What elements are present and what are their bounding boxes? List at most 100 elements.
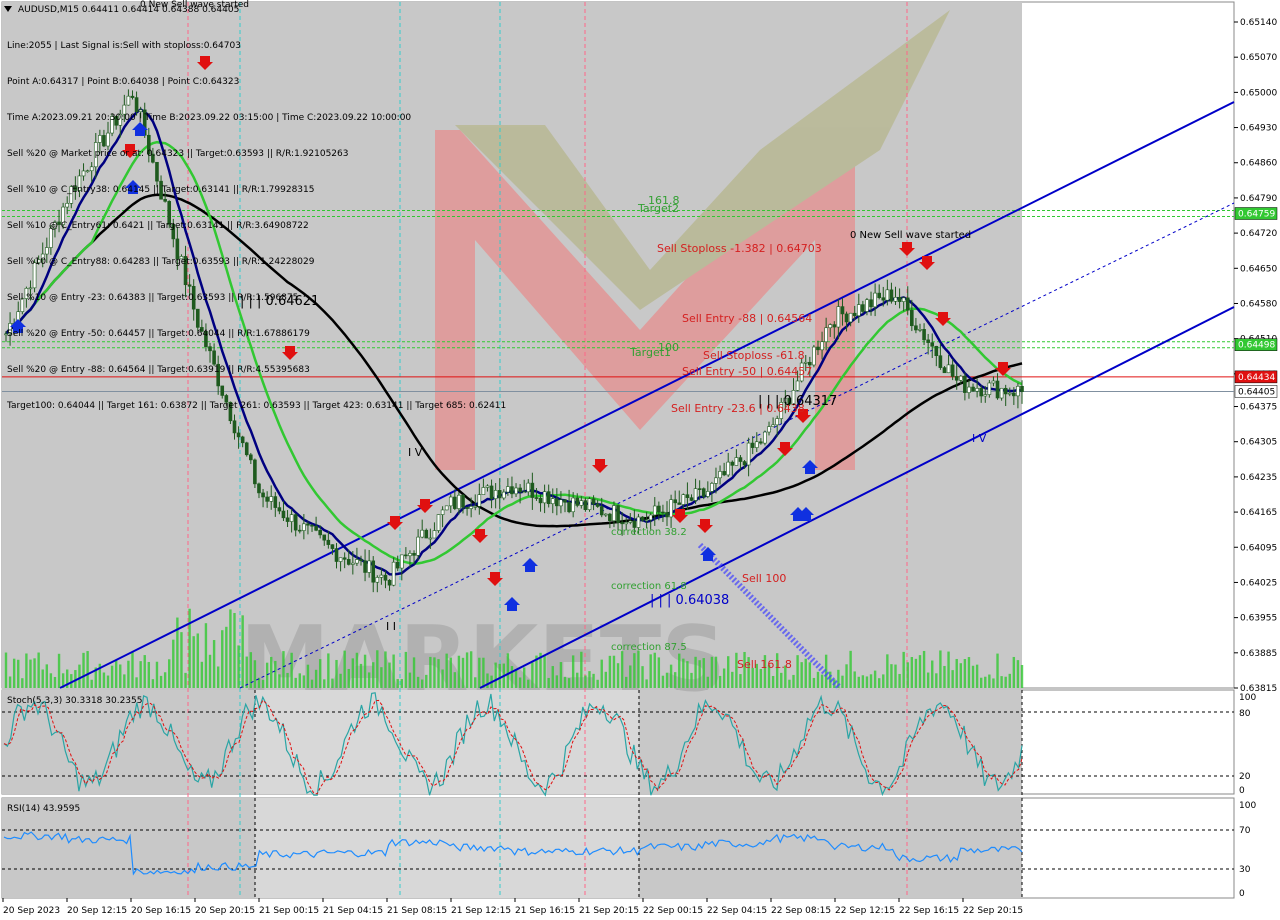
volume-bar [457, 655, 461, 688]
volume-bar [323, 679, 326, 688]
volume-bar [710, 656, 714, 688]
volume-bar [918, 655, 922, 688]
candle-body [742, 461, 747, 466]
candle-body [771, 424, 775, 427]
candle-body [693, 488, 698, 501]
candle-body [999, 387, 1004, 399]
candle-body [285, 517, 290, 522]
candle-body [412, 553, 416, 556]
volume-bar [914, 658, 918, 688]
info-line: Point A:0.64317 | Point B:0.64038 | Poin… [7, 77, 240, 87]
chart-annotation-label: I I [386, 620, 396, 633]
stoch-scale-80: 80 [1239, 709, 1251, 719]
candle-body [954, 376, 959, 381]
candle-body [481, 487, 486, 495]
price-tick-label: 0.63955 [1240, 614, 1277, 624]
wave-top-label: 0 New Sell wave started [140, 0, 249, 10]
volume-bar [90, 679, 93, 688]
candle-body [1020, 385, 1024, 392]
volume-bar [902, 651, 905, 688]
candle-body [852, 312, 857, 317]
volume-bar [678, 653, 681, 688]
candle-body [869, 299, 873, 308]
volume-bar [302, 675, 306, 688]
volume-bar [800, 662, 803, 688]
volume-bar [861, 675, 865, 688]
volume-bar [131, 651, 134, 688]
volume-bar [857, 676, 860, 688]
price-tick-label: 0.63885 [1240, 649, 1277, 659]
candle-body [579, 500, 584, 506]
volume-bar [894, 664, 897, 688]
volume-bar [453, 672, 457, 688]
volume-bar [935, 673, 938, 688]
candle-body [930, 342, 935, 347]
volume-bar [967, 657, 971, 688]
chart-annotation-label: Sell Stoploss -61.8 [703, 349, 805, 362]
volume-bar [543, 655, 546, 688]
volume-bar [8, 676, 12, 688]
candle-body [289, 514, 294, 522]
stoch-scale-20: 20 [1239, 772, 1251, 782]
volume-bar [661, 675, 665, 688]
volume-bar [808, 662, 812, 688]
candle-body [706, 491, 710, 497]
candle-body [665, 512, 669, 518]
volume-bar [49, 673, 53, 688]
volume-bar [886, 654, 889, 688]
candle-body [881, 297, 886, 301]
candle-body [950, 364, 955, 377]
price-tick-label: 0.64930 [1240, 124, 1277, 134]
candle-body [571, 497, 575, 513]
candle-body [420, 529, 424, 538]
candle-body [538, 497, 543, 504]
price-tick-label: 0.64095 [1240, 543, 1277, 553]
candle-body [355, 559, 359, 564]
volume-bar [510, 666, 514, 688]
chart-annotation-label: Sell Entry -50 | 0.64457 [682, 365, 812, 378]
candle-body [310, 524, 314, 527]
volume-bar [947, 651, 950, 688]
chart-window: MARKETS Sell Stoploss -1.382 | 0.64703 Se… [0, 0, 1280, 920]
candle-body [555, 498, 559, 507]
candle-body [453, 496, 457, 509]
volume-bar [527, 679, 530, 688]
candle-body [946, 364, 951, 374]
candle-body [322, 534, 327, 541]
candle-body [510, 486, 514, 495]
rsi-scale-70: 70 [1239, 826, 1251, 836]
volume-bar [514, 669, 518, 688]
candle-body [616, 505, 620, 523]
time-tick-label: 21 Sep 16:15 [515, 906, 575, 916]
candle-body [812, 346, 816, 366]
candle-body [889, 289, 894, 302]
time-axis: 20 Sep 2023 20 Sep 12:15 20 Sep 16:15 20 Se… [2, 898, 1023, 916]
candle-body [844, 313, 849, 323]
candle-body [934, 345, 939, 356]
candle-body [436, 514, 441, 531]
candle-body [901, 297, 906, 302]
volume-bar [110, 665, 114, 688]
volume-bar [449, 657, 452, 688]
volume-bar [278, 674, 281, 688]
volume-bar [649, 654, 652, 688]
volume-bar [221, 630, 224, 688]
volume-bar [25, 653, 28, 688]
candle-body [967, 386, 971, 393]
volume-bar [727, 656, 730, 688]
candle-body [563, 499, 567, 503]
candle-body [395, 561, 400, 569]
volume-bar [86, 651, 89, 688]
volume-bar [571, 655, 575, 688]
candle-body [542, 491, 547, 504]
candle-body [444, 505, 449, 511]
rsi-highlight [255, 798, 639, 898]
candle-body [836, 306, 841, 328]
volume-bar [33, 658, 36, 688]
price-badge-text: 0.64434 [1238, 373, 1275, 383]
volume-bar [12, 658, 16, 688]
candle-body [710, 483, 714, 492]
volume-bar [172, 639, 175, 688]
volume-bar [698, 660, 701, 688]
volume-bar [123, 674, 126, 688]
